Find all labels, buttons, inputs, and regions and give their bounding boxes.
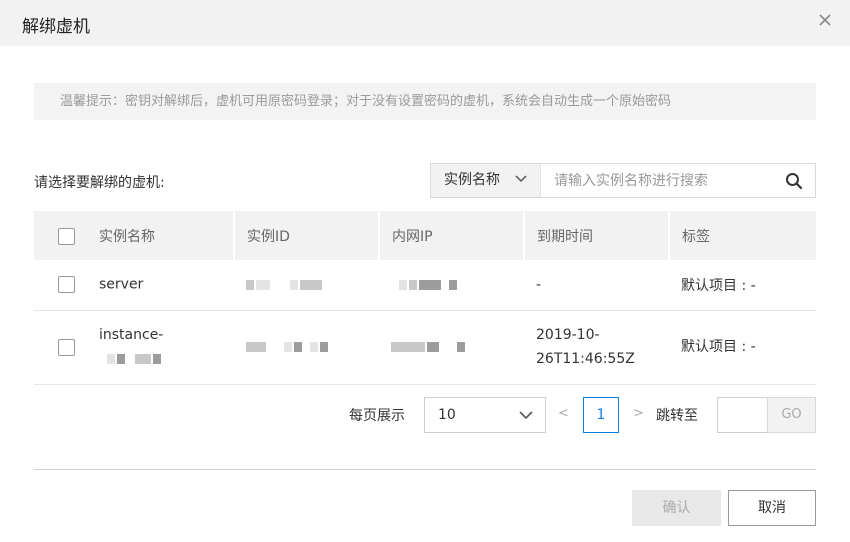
next-page-button[interactable]: > — [633, 406, 644, 421]
page-number-current[interactable]: 1 — [583, 397, 619, 433]
dialog-title: 解绑虚机 — [22, 17, 90, 37]
select-vm-label: 请选择要解绑的虚机: — [34, 175, 165, 191]
vm-table: 实例名称 实例ID 内网IP 到期时间 标签 server - 默认项目 : - — [34, 211, 816, 385]
table-row[interactable]: instance- 2019-10- 26T11:46:55Z 默认项目 : - — [34, 310, 816, 385]
instance-name: server — [99, 276, 144, 293]
jump-page-input[interactable] — [717, 397, 768, 433]
warning-tip: 温馨提示：密钥对解绑后，虚机可用原密码登录；对于没有设置密码的虚机，系统会自动生… — [34, 83, 816, 120]
search-input[interactable] — [542, 164, 777, 197]
page-size-value: 10 — [438, 407, 456, 423]
column-header-ip: 内网IP — [379, 211, 525, 260]
cell-id-redacted — [234, 260, 379, 311]
instance-name-redacted — [99, 347, 163, 371]
search-field-select[interactable]: 实例名称 — [431, 164, 541, 197]
cell-name: instance- — [34, 310, 234, 385]
cell-tag: 默认项目 : - — [669, 260, 816, 311]
instance-name: instance- — [99, 327, 164, 343]
cell-expire: 2019-10- 26T11:46:55Z — [524, 310, 669, 385]
prev-page-button[interactable]: < — [558, 406, 569, 421]
column-header-tag: 标签 — [669, 211, 816, 260]
go-button[interactable]: GO — [767, 397, 816, 433]
chevron-down-icon — [515, 175, 527, 183]
column-header-id: 实例ID — [234, 211, 380, 260]
cell-expire: - — [524, 260, 669, 311]
page-size-select[interactable]: 10 — [424, 397, 546, 433]
dialog-header: 解绑虚机 — [0, 0, 850, 46]
cell-tag: 默认项目 : - — [669, 310, 816, 385]
cell-ip-redacted — [379, 310, 524, 385]
cell-id-redacted — [234, 310, 379, 385]
search-icon[interactable] — [785, 172, 803, 190]
confirm-button[interactable]: 确认 — [632, 490, 721, 526]
column-header-name: 实例名称 — [34, 211, 235, 260]
row-checkbox[interactable] — [58, 276, 75, 294]
close-icon[interactable] — [818, 13, 832, 27]
row-checkbox[interactable] — [58, 338, 75, 356]
table-row[interactable]: server - 默认项目 : - — [34, 260, 816, 311]
search-box: 实例名称 — [430, 163, 816, 198]
cancel-button[interactable]: 取消 — [728, 490, 816, 526]
cell-ip-redacted — [379, 260, 524, 311]
footer-divider — [34, 469, 816, 470]
table-header-row: 实例名称 实例ID 内网IP 到期时间 标签 — [34, 211, 816, 260]
chevron-down-icon — [519, 411, 533, 420]
select-all-checkbox[interactable] — [58, 228, 75, 245]
search-field-value: 实例名称 — [444, 172, 500, 188]
cell-name: server — [34, 260, 234, 311]
column-header-expire: 到期时间 — [524, 211, 670, 260]
per-page-label: 每页展示 — [349, 408, 405, 424]
jump-to-label: 跳转至 — [656, 408, 698, 424]
